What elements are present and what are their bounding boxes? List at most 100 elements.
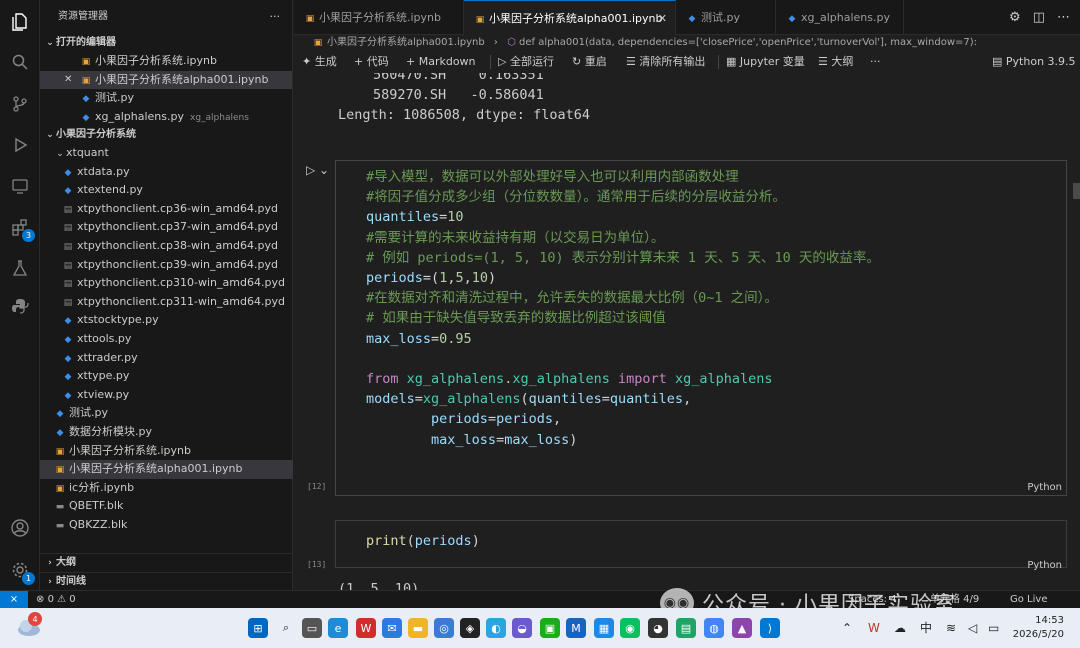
file-item[interactable]: ▤ xtpythonclient.cp36-win_amd64.pyd	[40, 200, 293, 219]
run-all-button[interactable]: ▷ 全部运行	[498, 51, 554, 73]
more-actions-icon[interactable]: ⋯	[1057, 10, 1070, 25]
file-item[interactable]: ▣ ic分析.ipynb	[40, 479, 293, 498]
tab-notebook-alpha001[interactable]: ▣ 小果因子分析系统alpha001.ipynb ✕	[464, 0, 676, 35]
remote-explorer-icon[interactable]	[8, 174, 32, 198]
tray-app-icon[interactable]: W	[868, 608, 880, 648]
file-item[interactable]: ◆ xttools.py	[40, 330, 293, 349]
close-icon[interactable]: ✕	[64, 71, 72, 90]
file-item[interactable]: ▤ xtpythonclient.cp37-win_amd64.pyd	[40, 218, 293, 237]
problems-indicator[interactable]: ⊗ 0 ⚠ 0	[36, 591, 76, 609]
search-icon[interactable]	[8, 50, 32, 74]
edge-icon[interactable]: e	[328, 618, 348, 638]
app-icon[interactable]: ▤	[676, 618, 696, 638]
file-item[interactable]: ◆ 测试.py	[40, 404, 293, 423]
remote-indicator[interactable]: ⨯	[0, 591, 28, 609]
ime-indicator[interactable]: 中	[920, 608, 932, 648]
file-item[interactable]: ▣ 小果因子分析系统alpha001.ipynb	[40, 460, 293, 479]
start-icon[interactable]: ⊞	[248, 618, 268, 638]
python-icon[interactable]	[8, 294, 32, 318]
code-token: =	[414, 391, 423, 408]
file-item[interactable]: ▤ xtpythonclient.cp38-win_amd64.pyd	[40, 237, 293, 256]
settings-gear-icon[interactable]: 1	[8, 558, 35, 585]
outline-section[interactable]: › 大纲	[40, 553, 293, 572]
close-icon[interactable]: ✕	[658, 1, 667, 36]
app-icon[interactable]: ▦	[594, 618, 614, 638]
run-cell-icon[interactable]: ▷ ⌄	[306, 163, 329, 177]
task-view-icon[interactable]: ▭	[302, 618, 322, 638]
account-icon[interactable]	[8, 516, 32, 540]
file-item[interactable]: ✕ ▣ 小果因子分析系统alpha001.ipynb	[40, 70, 292, 90]
file-item[interactable]: ◆ 数据分析模块.py	[40, 423, 293, 442]
chevron-up-icon[interactable]: ⌃	[842, 608, 852, 648]
file-item[interactable]: ◆ xtstocktype.py	[40, 311, 293, 330]
app-icon[interactable]: ◕	[648, 618, 668, 638]
tab-xg-alphalens[interactable]: ◆ xg_alphalens.py	[776, 0, 904, 35]
app-icon[interactable]: ▲	[732, 618, 752, 638]
volume-icon[interactable]: ◁	[968, 608, 977, 648]
wps-icon[interactable]: W	[356, 618, 376, 638]
file-item[interactable]: ▤ xtpythonclient.cp311-win_amd64.pyd	[40, 293, 293, 312]
extensions-icon[interactable]: 3	[8, 215, 35, 242]
explorer-more-button[interactable]: ···	[270, 0, 281, 34]
app-icon[interactable]: ◍	[704, 618, 724, 638]
outline-button[interactable]: ☰ 大纲	[818, 51, 853, 73]
tab-test-py[interactable]: ◆ 测试.py	[676, 0, 776, 35]
breadcrumb-symbol[interactable]: def alpha001(data, dependencies=['closeP…	[519, 37, 977, 48]
restart-button[interactable]: ↻ 重启	[572, 51, 607, 73]
settings-gear-icon[interactable]: ⚙	[1009, 10, 1021, 25]
file-item[interactable]: ◆ xtextend.py	[40, 181, 293, 200]
open-editors-header[interactable]: ⌄ 打开的编辑器	[40, 34, 292, 52]
system-clock[interactable]: 14:53 2026/5/20	[1013, 614, 1064, 642]
app-icon[interactable]: ◎	[434, 618, 454, 638]
breadcrumb-file[interactable]: 小果因子分析系统alpha001.ipynb	[327, 37, 485, 48]
vscode-icon[interactable]: ⟩	[760, 618, 780, 638]
kernel-picker[interactable]: ▤ Python 3.9.5	[992, 51, 1076, 73]
add-code-button[interactable]: + 代码	[354, 51, 389, 73]
app-icon[interactable]: M	[566, 618, 586, 638]
file-item[interactable]: ◆ xg_alphalens.py xg_alphalens	[40, 108, 292, 127]
app-icon[interactable]: ▣	[540, 618, 560, 638]
battery-icon[interactable]: ▭	[988, 608, 999, 648]
explorer-icon[interactable]	[8, 10, 32, 34]
workspace-header[interactable]: ⌄ 小果因子分析系统	[40, 126, 293, 144]
cell-language[interactable]: Python	[1027, 482, 1062, 493]
file-item[interactable]: ▣ 小果因子分析系统.ipynb	[40, 442, 293, 461]
code-cell-13[interactable]: print(periods)	[335, 520, 1067, 568]
file-item[interactable]: ◆ xtview.py	[40, 386, 293, 405]
scrollbar-thumb[interactable]	[1073, 183, 1080, 199]
timeline-section[interactable]: › 时间线	[40, 572, 293, 591]
file-item[interactable]: ▤ xtpythonclient.cp39-win_amd64.pyd	[40, 256, 293, 275]
status-go-live[interactable]: Go Live	[1010, 591, 1047, 609]
generate-button[interactable]: ✦ 生成	[302, 51, 337, 73]
file-explorer-icon[interactable]: ▬	[408, 618, 428, 638]
file-item[interactable]: ◆ xttrader.py	[40, 349, 293, 368]
wifi-icon[interactable]: ≋	[946, 608, 956, 648]
app-icon[interactable]: ◒	[512, 618, 532, 638]
code-cell-12[interactable]: #导入模型，数据可以外部处理好导入也可以利用内部函数处理 #将因子值分成多少组（分…	[335, 160, 1067, 496]
mail-icon[interactable]: ✉	[382, 618, 402, 638]
file-item[interactable]: ◆ xttype.py	[40, 367, 293, 386]
jupyter-variables-button[interactable]: ▦ Jupyter 变量	[726, 51, 805, 73]
file-item[interactable]: ◆ 测试.py	[40, 89, 292, 108]
app-icon[interactable]: ◐	[486, 618, 506, 638]
split-editor-icon[interactable]: ◫	[1033, 10, 1045, 25]
testing-flask-icon[interactable]	[8, 256, 32, 280]
tray-app-icon[interactable]: ☁	[894, 608, 906, 648]
file-item[interactable]: ▬ QBKZZ.blk	[40, 516, 293, 535]
cell-language[interactable]: Python	[1027, 560, 1062, 571]
file-item[interactable]: ▤ xtpythonclient.cp310-win_amd64.pyd	[40, 274, 293, 293]
run-debug-icon[interactable]	[8, 133, 32, 157]
source-control-icon[interactable]	[8, 92, 32, 116]
toolbar-more-button[interactable]: ···	[870, 51, 881, 73]
file-item[interactable]: ◆ xtdata.py	[40, 163, 293, 182]
file-item[interactable]: ▣ 小果因子分析系统.ipynb	[40, 52, 292, 71]
app-icon[interactable]: ◈	[460, 618, 480, 638]
file-label: xtpythonclient.cp39-win_amd64.pyd	[77, 257, 278, 271]
search-icon[interactable]: ⌕	[276, 618, 296, 638]
wechat-icon[interactable]: ◉	[620, 618, 640, 638]
clear-outputs-button[interactable]: ☰ 清除所有输出	[626, 51, 705, 73]
folder-xtquant[interactable]: ⌄ xtquant	[40, 144, 293, 163]
add-markdown-button[interactable]: + Markdown	[406, 51, 476, 73]
tab-notebook-main[interactable]: ▣ 小果因子分析系统.ipynb	[294, 0, 464, 35]
file-item[interactable]: ▬ QBETF.blk	[40, 497, 293, 516]
